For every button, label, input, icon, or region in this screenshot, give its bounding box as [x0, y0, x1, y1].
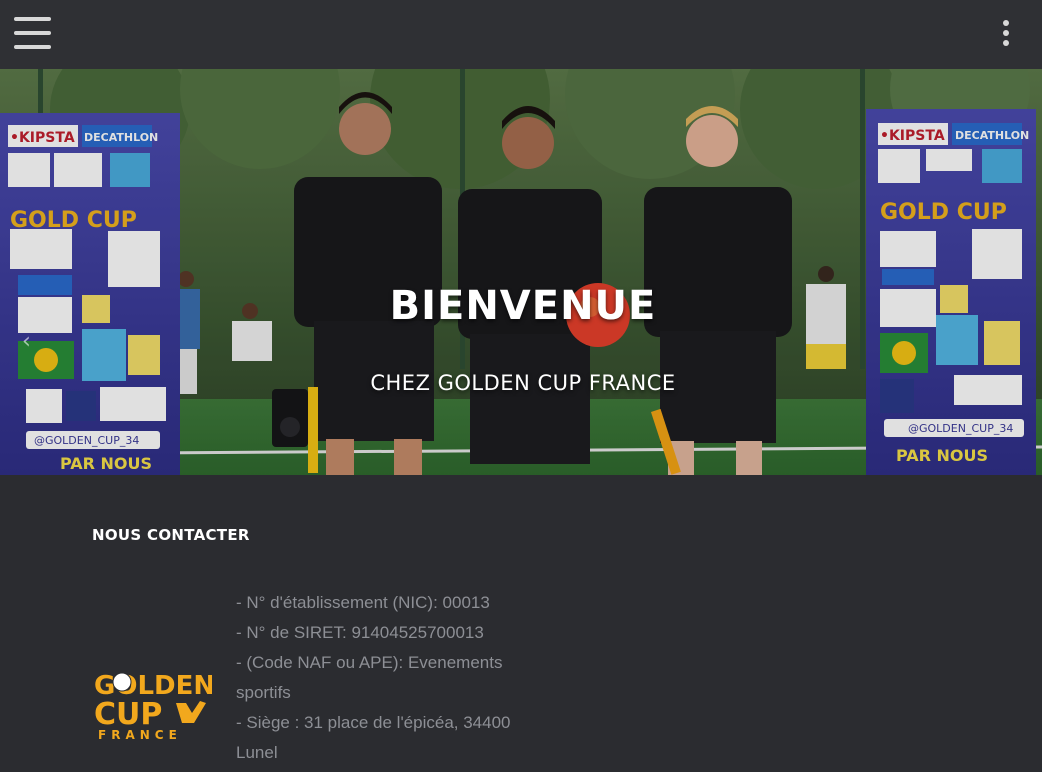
hamburger-menu-icon[interactable] — [14, 17, 51, 49]
chevron-left-icon[interactable]: ‹ — [22, 331, 44, 353]
hero-photo: PAR NOUS •KIPSTA DECATHLON GOLD CUP @GOL… — [0, 69, 1042, 475]
top-navigation-bar — [0, 0, 1042, 69]
contact-address: - Siège : 31 place de l'épicéa, 34400 Lu… — [236, 713, 511, 762]
contact-heading: NOUS CONTACTER — [92, 526, 250, 544]
contact-siret: - N° de SIRET: 91404525700013 — [236, 623, 484, 642]
contact-nic: - N° d'établissement (NIC): 00013 — [236, 593, 490, 612]
svg-text:CUP: CUP — [94, 697, 162, 732]
contact-naf: - (Code NAF ou APE): Evenements sportifs — [236, 653, 503, 702]
svg-text:FRANCE: FRANCE — [98, 728, 182, 742]
hero-subtitle: CHEZ GOLDEN CUP FRANCE — [370, 371, 676, 395]
golden-cup-logo: GOLDEN CUP FRANCE — [94, 671, 212, 742]
contact-info-list: - N° d'établissement (NIC): 00013 - N° d… — [236, 588, 536, 768]
vertical-dots-icon[interactable] — [996, 18, 1016, 50]
hero-banner: PAR NOUS •KIPSTA DECATHLON GOLD CUP @GOL… — [0, 69, 1042, 475]
hero-title: BIENVENUE — [389, 283, 657, 329]
